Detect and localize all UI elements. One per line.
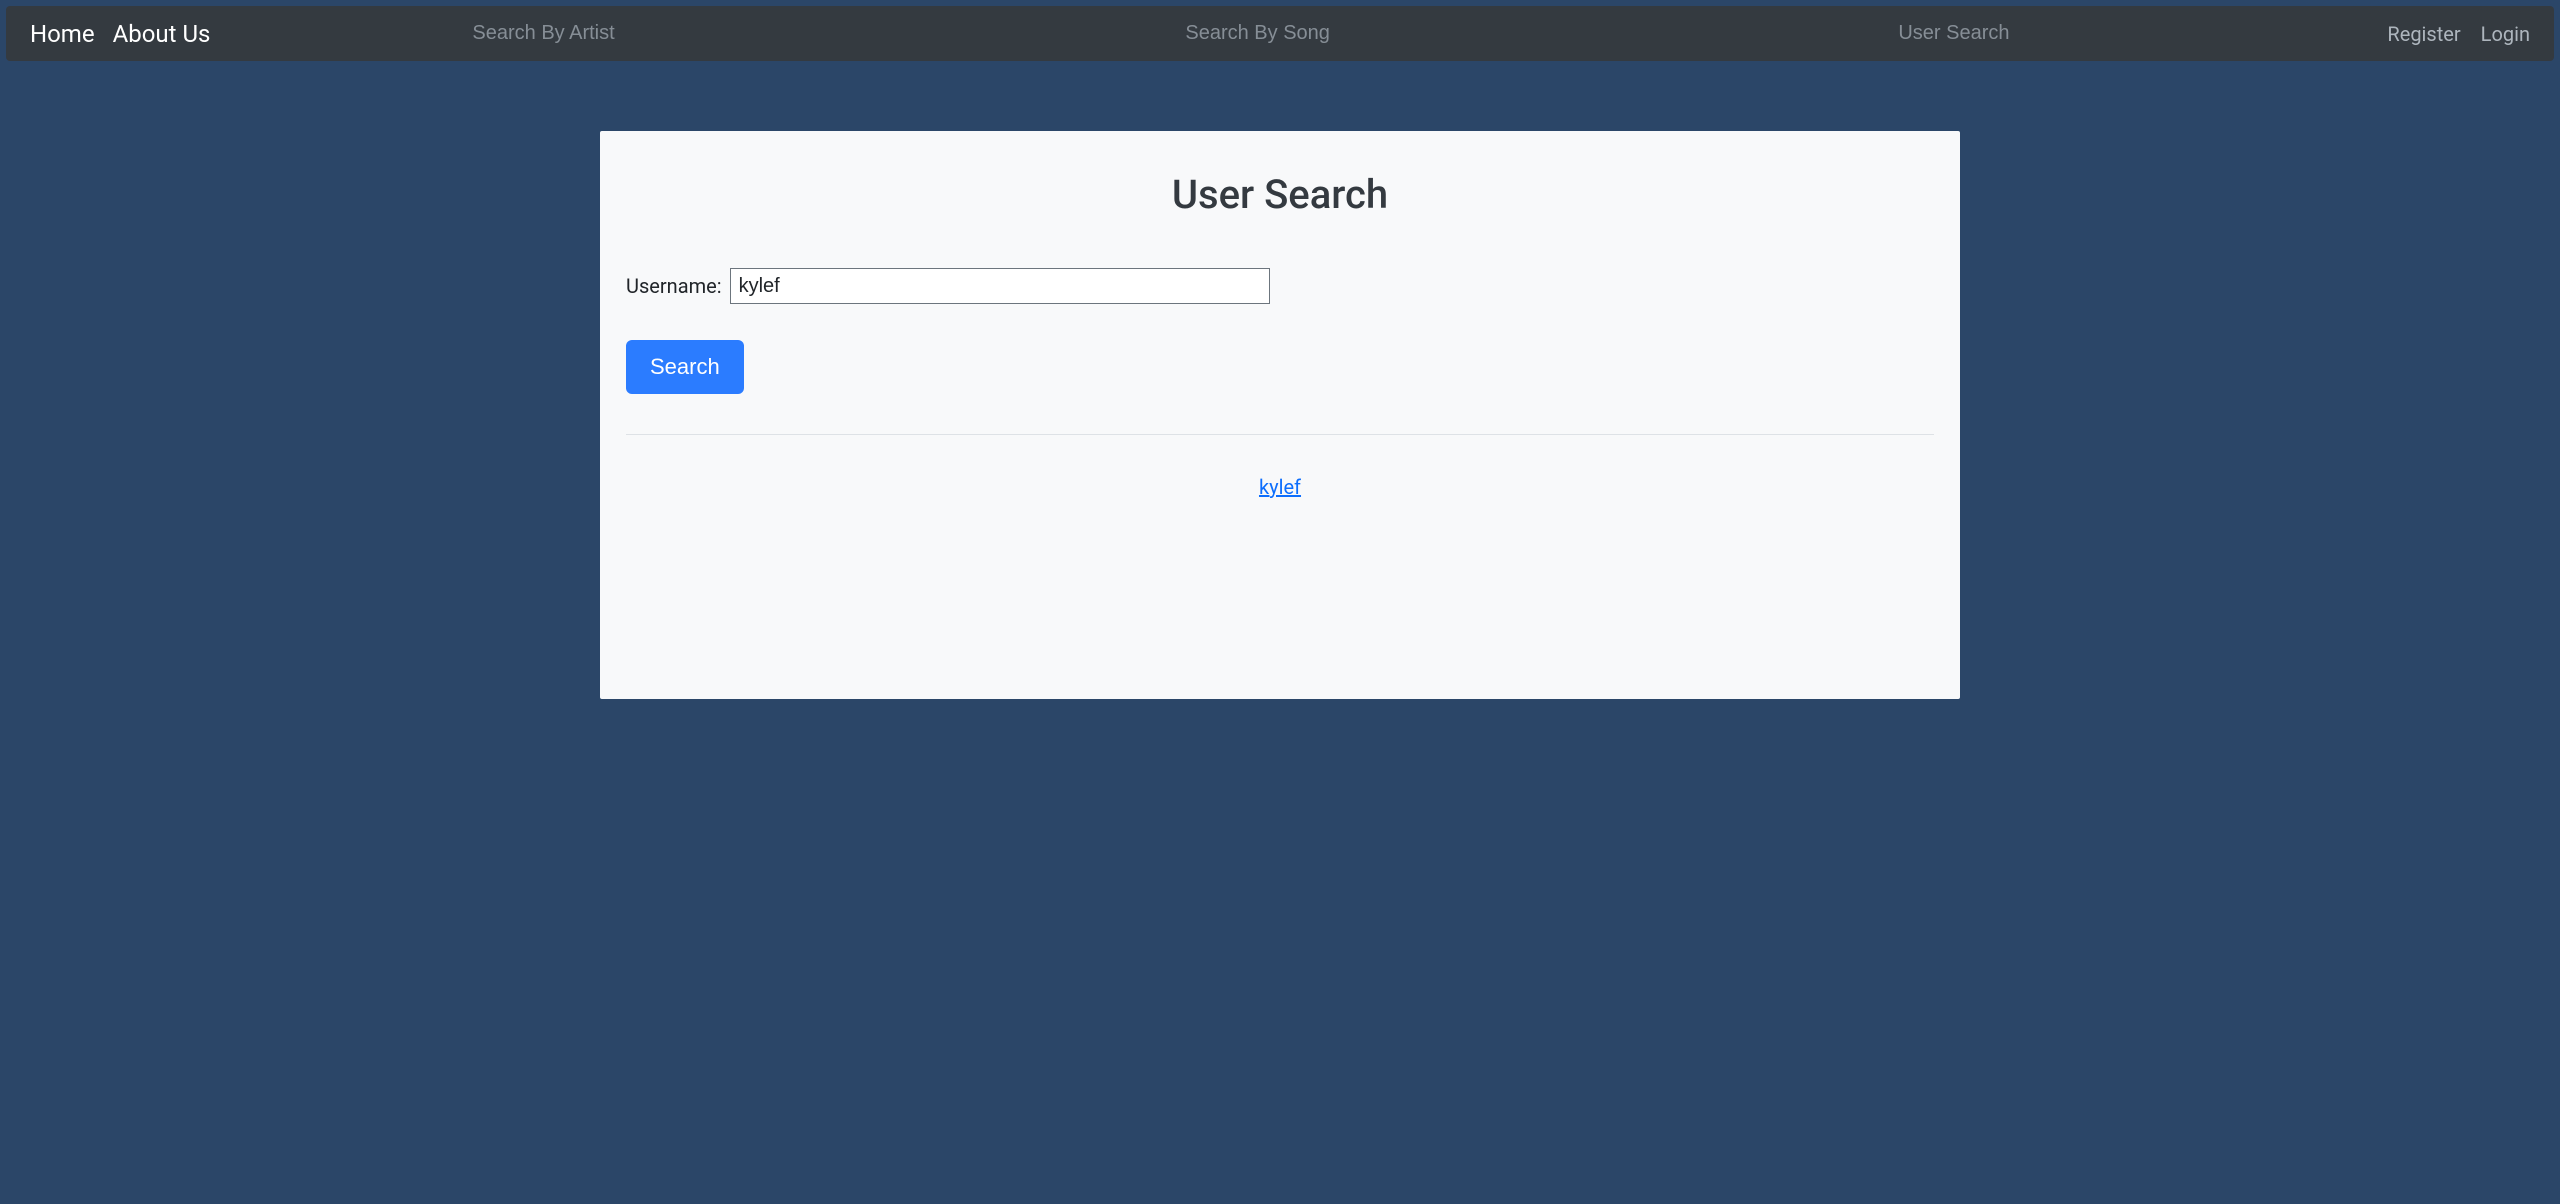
nav-login-link[interactable]: Login bbox=[2481, 22, 2530, 46]
navbar: Home About Us Register Login bbox=[6, 6, 2554, 61]
username-form-row: Username: bbox=[626, 268, 1934, 304]
nav-about-link[interactable]: About Us bbox=[113, 20, 211, 48]
nav-home-link[interactable]: Home bbox=[30, 20, 95, 48]
username-input[interactable] bbox=[730, 268, 1270, 304]
result-user-link[interactable]: kylef bbox=[1259, 475, 1301, 499]
username-label: Username: bbox=[626, 274, 722, 298]
nav-inputs-group bbox=[248, 18, 2387, 49]
search-results: kylef bbox=[626, 475, 1934, 499]
navbar-right: Register Login bbox=[2387, 22, 2530, 46]
search-by-song-input[interactable] bbox=[1177, 18, 1458, 49]
main-container: User Search Username: Search kylef bbox=[600, 131, 1960, 699]
search-by-artist-input[interactable] bbox=[464, 18, 745, 49]
results-divider bbox=[626, 434, 1934, 435]
user-search-input[interactable] bbox=[1890, 18, 2171, 49]
nav-register-link[interactable]: Register bbox=[2387, 22, 2460, 46]
page-title: User Search bbox=[626, 171, 1934, 218]
search-button[interactable]: Search bbox=[626, 340, 744, 394]
navbar-left: Home About Us bbox=[30, 18, 2387, 49]
